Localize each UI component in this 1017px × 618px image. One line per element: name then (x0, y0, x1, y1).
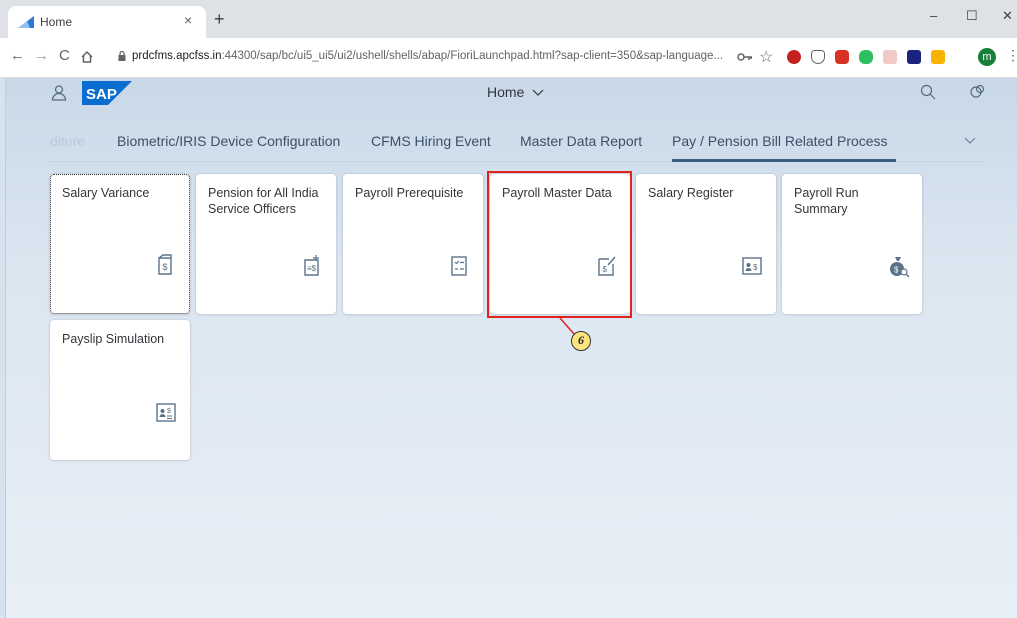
tile-title: Payroll Run Summary (794, 186, 859, 216)
selected-anchor-indicator (672, 159, 896, 162)
svg-text:$: $ (167, 408, 171, 415)
tile-payroll-run-summary[interactable]: Payroll Run Summary $ (782, 174, 922, 314)
svg-text:≡$: ≡$ (307, 264, 317, 273)
svg-text:$: $ (753, 263, 758, 272)
anchor-overflow-chevron-icon[interactable] (964, 136, 976, 146)
salary-document-icon: $ (158, 254, 172, 275)
anchor-item-expenditure[interactable]: diture (50, 133, 85, 149)
shell-title: Home (487, 84, 525, 100)
payslip-icon: $ (156, 403, 176, 422)
sap-favicon-icon (18, 16, 34, 28)
tile-title: Payroll Prerequisite (355, 186, 464, 200)
drive-icon[interactable] (931, 50, 945, 64)
anchor-item-pay-pension[interactable]: Pay / Pension Bill Related Process (672, 133, 888, 149)
new-tab-button[interactable]: + (214, 10, 225, 28)
extension-icon[interactable] (907, 50, 921, 64)
profile-avatar[interactable]: m (978, 48, 996, 66)
edit-salary-document-icon: $ (598, 256, 616, 276)
tile-salary-variance[interactable]: Salary Variance $ (50, 174, 190, 314)
notifications-icon[interactable] (968, 83, 986, 101)
tile-salary-register[interactable]: Salary Register $ (636, 174, 776, 314)
anchor-item-master-data-report[interactable]: Master Data Report (520, 133, 642, 149)
svg-text:SAP: SAP (86, 86, 117, 103)
tile-pension-all-india[interactable]: Pension for All India Service Officers ≡… (196, 174, 336, 314)
tab-close-icon[interactable]: × (184, 12, 192, 28)
tile-title: Pension for All India Service Officers (208, 186, 319, 216)
tile-title: Payslip Simulation (62, 332, 165, 346)
browser-toolbar: ← → C prdcfms.apcfss.in:44300/sap/bc/ui5… (0, 38, 1017, 78)
forward-arrow-icon[interactable]: → (34, 47, 49, 64)
pocket-icon[interactable] (811, 50, 825, 64)
tab-title: Home (40, 15, 73, 29)
window-close-button[interactable]: ✕ (1002, 8, 1013, 24)
add-payment-document-icon: ≡$ (304, 255, 319, 276)
money-search-icon: $ (890, 257, 910, 278)
home-icon[interactable] (80, 50, 94, 64)
back-arrow-icon[interactable]: ← (10, 47, 25, 64)
tile-title: Payroll Master Data (502, 186, 612, 200)
browser-tab-home[interactable]: Home × (8, 6, 206, 38)
ublock-icon[interactable] (835, 50, 849, 64)
tile-payroll-prerequisite[interactable]: Payroll Prerequisite (343, 174, 483, 314)
browser-menu-icon[interactable]: ⋮ (1006, 47, 1017, 64)
anchor-item-cfms-hiring[interactable]: CFMS Hiring Event (371, 133, 491, 149)
reload-icon[interactable]: C (59, 47, 70, 64)
step-number-badge: 6 (571, 331, 591, 351)
search-icon[interactable] (920, 84, 936, 100)
tile-title: Salary Variance (62, 186, 150, 200)
svg-text:$: $ (163, 262, 168, 272)
tile-payroll-master-data[interactable]: Payroll Master Data $ (490, 174, 630, 314)
lock-icon (118, 51, 126, 61)
browser-tabstrip: Home × + – ☐ ✕ (0, 0, 1017, 38)
anchor-item-biometric[interactable]: Biometric/IRIS Device Configuration (117, 133, 340, 149)
anchor-navigation-bar: diture Biometric/IRIS Device Configurati… (50, 130, 985, 162)
employee-salary-icon: $ (742, 257, 762, 275)
window-maximize-button[interactable]: ☐ (966, 8, 978, 24)
chevron-down-icon (532, 89, 544, 96)
shell-title-menu[interactable]: Home (487, 84, 544, 100)
shell-edge (0, 78, 6, 618)
url-host: prdcfms.apcfss.in (132, 50, 222, 62)
checklist-icon (451, 256, 467, 276)
url-path: :44300/sap/bc/ui5_ui5/ui2/ushell/shells/… (221, 50, 724, 62)
user-menu-icon[interactable] (50, 84, 68, 102)
key-icon[interactable] (737, 51, 753, 63)
star-icon[interactable]: ☆ (759, 47, 773, 67)
window-minimize-button[interactable]: – (930, 8, 937, 23)
svg-text:$: $ (603, 265, 608, 274)
pdf-icon[interactable] (883, 50, 897, 64)
tile-payslip-simulation[interactable]: Payslip Simulation $ (50, 320, 190, 460)
sap-logo[interactable]: SAP (82, 81, 132, 105)
adblock-icon[interactable] (787, 50, 801, 64)
tile-title: Salary Register (648, 186, 734, 200)
svg-text:$: $ (894, 266, 899, 275)
evernote-icon[interactable] (859, 50, 873, 64)
address-bar[interactable]: prdcfms.apcfss.in:44300/sap/bc/ui5_ui5/u… (132, 50, 732, 62)
